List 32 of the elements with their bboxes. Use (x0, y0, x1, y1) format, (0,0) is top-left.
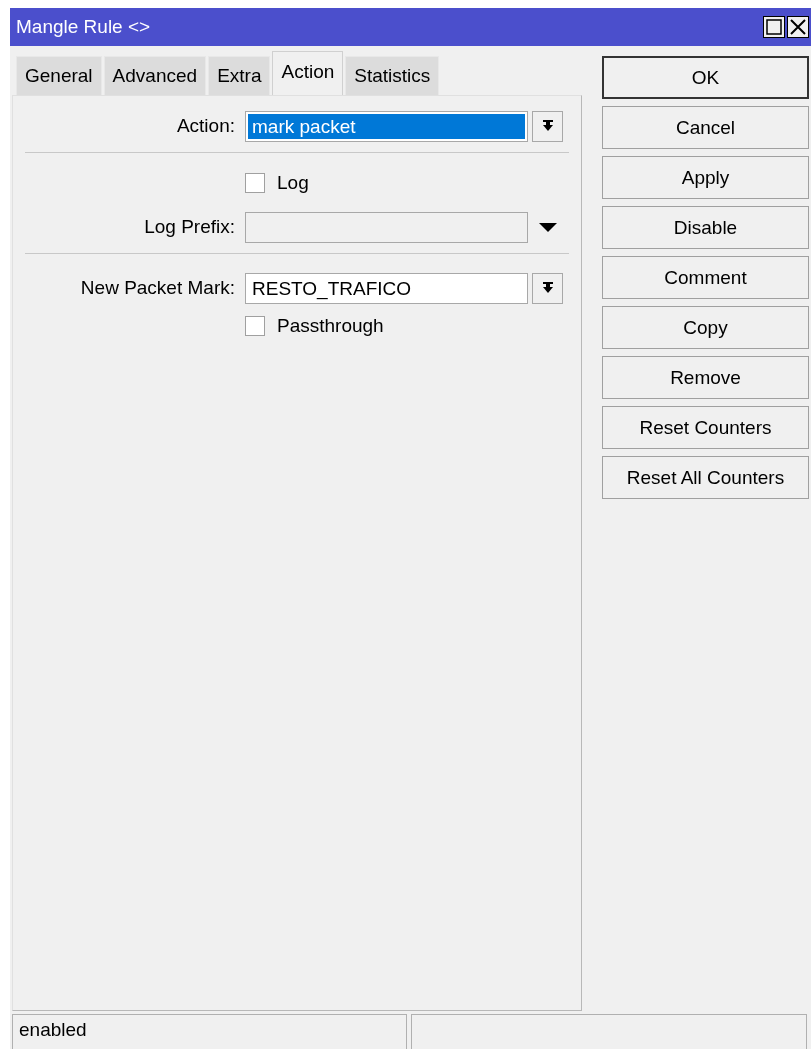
tab[interactable]: General (16, 56, 102, 95)
tab[interactable]: Advanced (103, 56, 207, 95)
field-label: New Packet Mark: (79, 277, 236, 299)
dropdown-button[interactable] (532, 110, 563, 142)
dialog-button[interactable]: Apply (602, 156, 809, 199)
dropdown-field[interactable]: mark packet (245, 110, 528, 142)
dropdown-arrow-icon (540, 281, 555, 295)
dialog-button[interactable]: Reset Counters (602, 406, 809, 449)
dropdown-field[interactable]: RESTO_TRAFICO (245, 272, 528, 304)
dropdown-arrow-icon[interactable] (538, 222, 557, 232)
checkbox-label: Log (277, 172, 309, 194)
maximize-icon[interactable] (763, 16, 785, 38)
dialog-button[interactable]: Reset All Counters (602, 456, 809, 499)
dialog-button[interactable]: Copy (602, 306, 809, 349)
checkbox[interactable] (245, 316, 265, 336)
dialog-button[interactable]: Remove (602, 356, 809, 399)
dialog-button[interactable]: OK (602, 56, 809, 99)
tab[interactable]: Extra (208, 56, 271, 95)
checkbox-label: Passthrough (277, 315, 384, 337)
dialog-button[interactable]: Comment (602, 256, 809, 299)
close-icon[interactable] (787, 16, 809, 38)
dialog-button[interactable]: Disable (602, 206, 809, 249)
dropdown-button[interactable] (532, 272, 563, 304)
field-label: Action: (175, 115, 236, 137)
dropdown-arrow-icon (540, 119, 555, 133)
status-cell: enabled (12, 1014, 407, 1049)
tab[interactable]: Action (272, 51, 344, 95)
tab[interactable]: Statistics (345, 56, 440, 95)
dialog-button[interactable]: Cancel (602, 106, 809, 149)
window-title: Mangle Rule <> (16, 16, 151, 38)
field-label: Log Prefix: (143, 216, 236, 238)
checkbox[interactable] (245, 173, 265, 193)
